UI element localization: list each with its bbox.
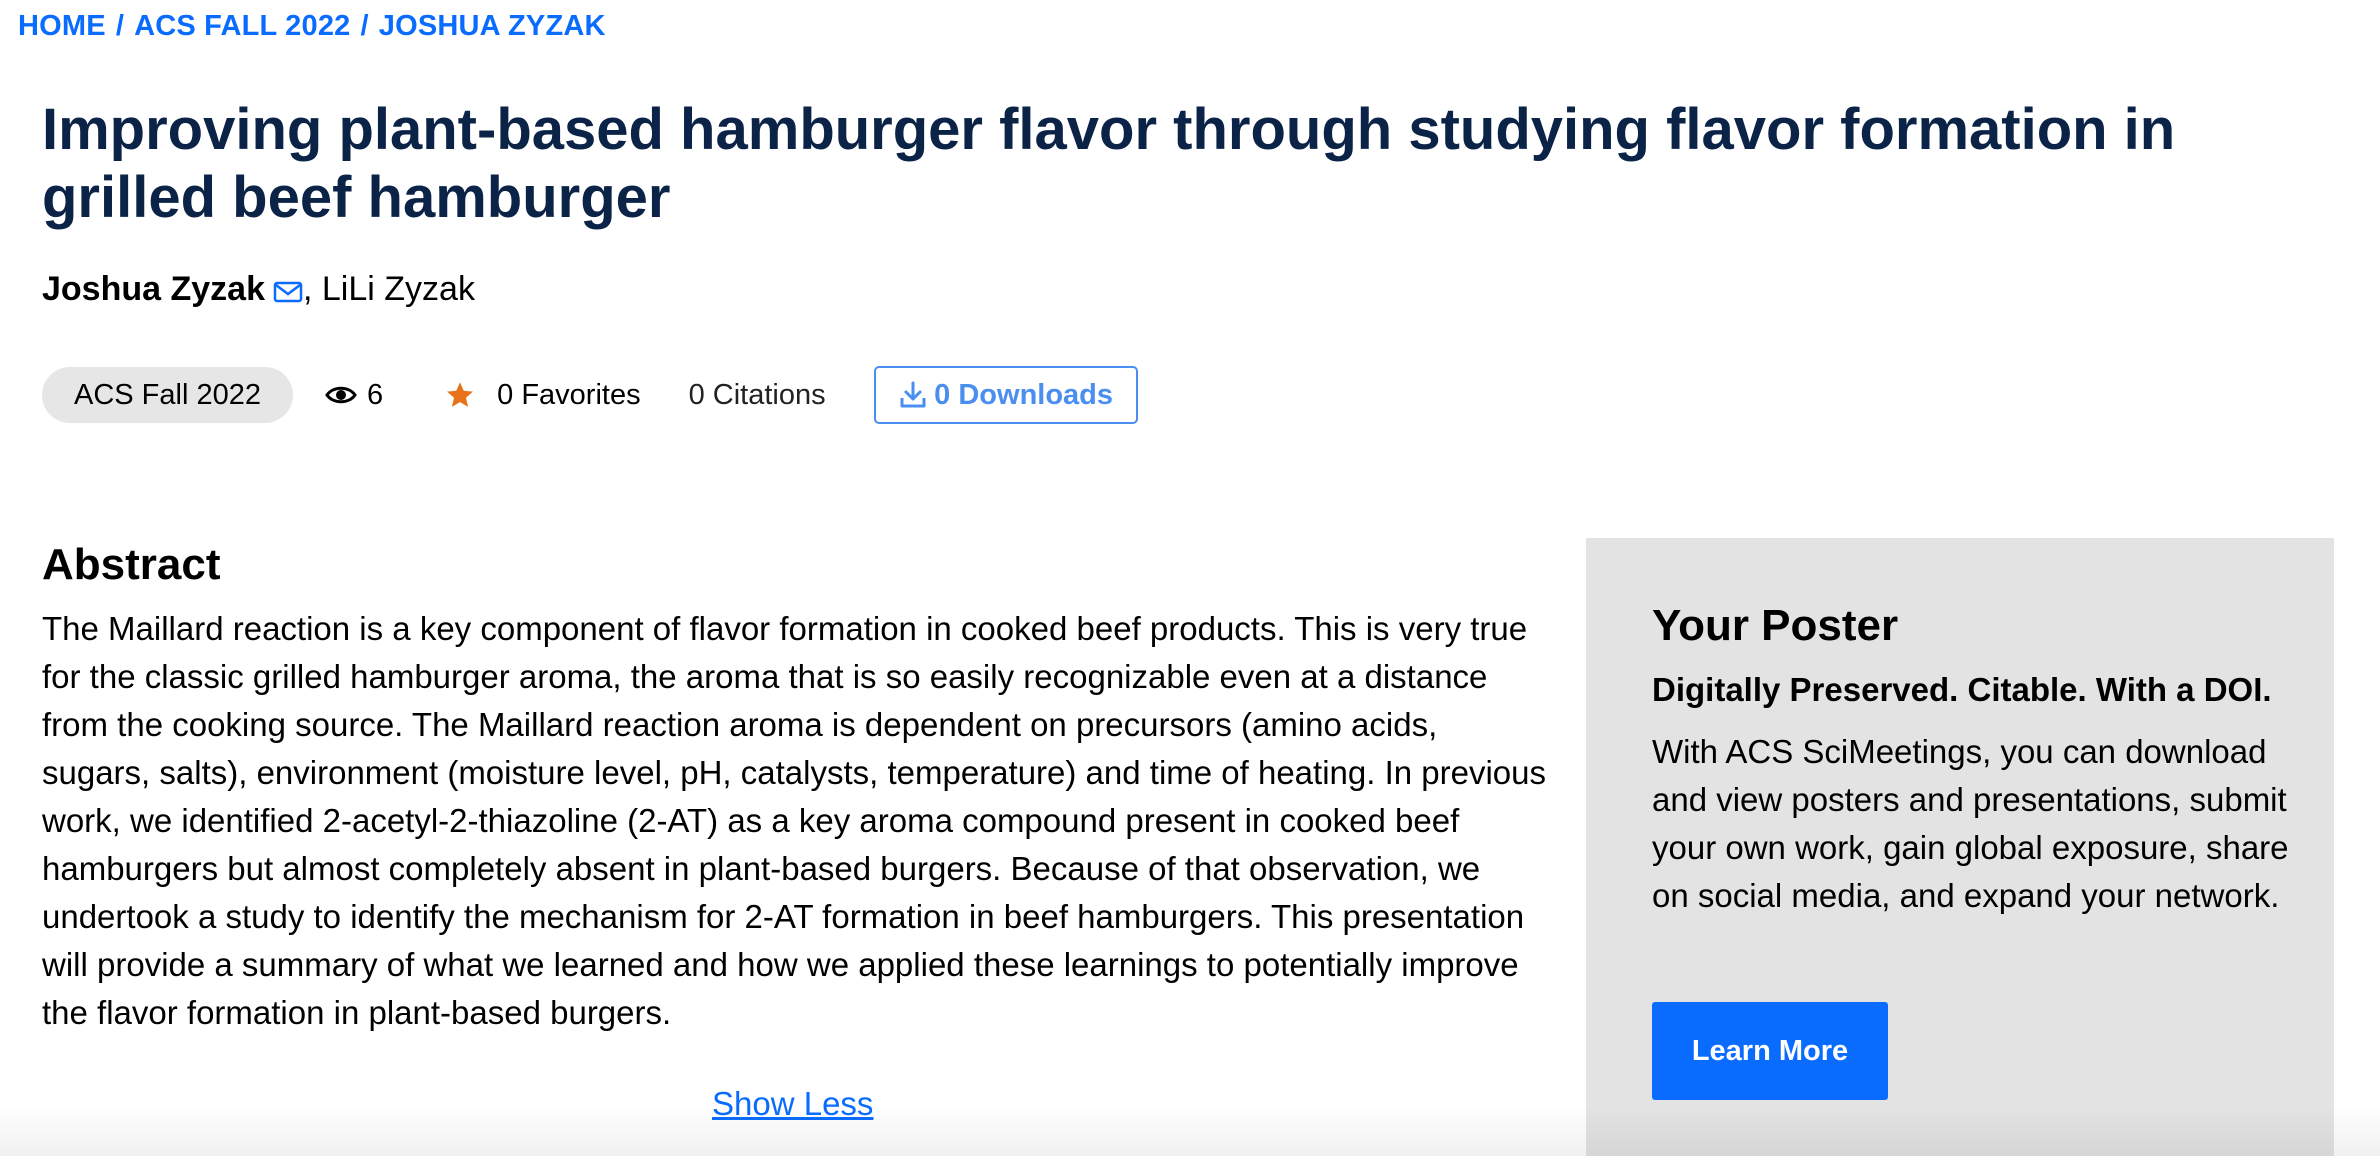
star-icon: [447, 382, 474, 407]
page-title: Improving plant-based hamburger flavor t…: [42, 97, 2176, 230]
citations-count: 0 Citations: [688, 378, 826, 411]
breadcrumb-home[interactable]: HOME: [18, 10, 106, 42]
breadcrumb-separator: /: [360, 10, 369, 42]
show-less-link[interactable]: Show Less: [712, 1085, 873, 1123]
breadcrumb-author[interactable]: JOSHUA ZYZAK: [379, 10, 606, 42]
page: HOME / ACS FALL 2022 / JOSHUA ZYZAK Improvin…: [0, 0, 2380, 1156]
author-list: Joshua Zyzak, LiLi Zyzak: [42, 268, 475, 314]
poster-card-body: With ACS SciMeetings, you can download a…: [1652, 733, 2289, 914]
mail-icon[interactable]: [273, 272, 303, 314]
learn-more-button[interactable]: Learn More: [1652, 1002, 1888, 1100]
event-badge[interactable]: ACS Fall 2022: [42, 367, 293, 423]
eye-icon: [325, 386, 357, 404]
author-separator: ,: [302, 270, 313, 308]
abstract-text: The Maillard reaction is a key component…: [42, 610, 1546, 1031]
poster-card-subtitle: Digitally Preserved. Citable. With a DOI…: [1652, 671, 2272, 708]
favorites-button[interactable]: 0 Favorites: [445, 378, 641, 412]
download-icon: [900, 381, 926, 408]
downloads-button[interactable]: 0 Downloads: [873, 366, 1138, 424]
meta-row: ACS Fall 2022 6 0 Favorites 0 Citations …: [42, 366, 1138, 424]
poster-promo-card: Your Poster Digitally Preserved. Citable…: [1586, 538, 2334, 1156]
breadcrumb: HOME / ACS FALL 2022 / JOSHUA ZYZAK: [18, 10, 606, 43]
view-count: 6: [325, 379, 383, 412]
view-count-value: 6: [367, 378, 384, 411]
author-secondary[interactable]: LiLi Zyzak: [322, 270, 475, 308]
breadcrumb-separator: /: [115, 10, 125, 42]
author-primary[interactable]: Joshua Zyzak: [42, 270, 265, 308]
abstract-heading: Abstract: [42, 540, 221, 589]
breadcrumb-event[interactable]: ACS FALL 2022: [134, 10, 350, 42]
downloads-label: 0 Downloads: [934, 378, 1114, 411]
favorites-label: 0 Favorites: [497, 378, 641, 411]
poster-card-title: Your Poster: [1652, 601, 1899, 650]
